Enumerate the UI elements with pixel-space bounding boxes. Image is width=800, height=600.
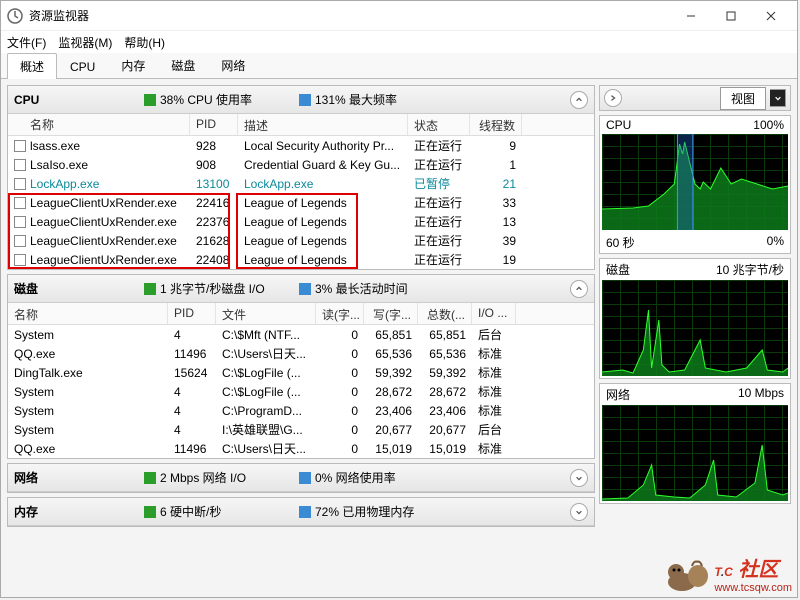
network-graph: 网络10 Mbps bbox=[599, 383, 791, 504]
table-row[interactable]: System4C:\$LogFile (...028,67228,672标准 bbox=[8, 382, 594, 401]
checkbox[interactable] bbox=[14, 235, 26, 247]
disk-panel-title: 磁盘 bbox=[14, 280, 134, 297]
memory-panel-header[interactable]: 内存 6 硬中断/秒 72% 已用物理内存 bbox=[8, 498, 594, 526]
table-row[interactable]: LsaIso.exe908Credential Guard & Key Gu..… bbox=[8, 155, 594, 174]
table-row[interactable]: LeagueClientUxRender.exe21628League of L… bbox=[8, 231, 594, 250]
blue-square-icon bbox=[299, 94, 311, 106]
cpu-table-header: 名称 PID 描述 状态 线程数 bbox=[8, 114, 594, 136]
app-icon bbox=[7, 8, 23, 24]
checkbox[interactable] bbox=[14, 178, 26, 190]
disk-io: 1 兆字节/秒磁盘 I/O bbox=[160, 280, 265, 297]
checkbox[interactable] bbox=[14, 140, 26, 152]
blue-square-icon bbox=[299, 472, 311, 484]
arrow-right-icon[interactable] bbox=[604, 89, 622, 107]
table-row[interactable]: DingTalk.exe15624C:\$LogFile (...059,392… bbox=[8, 363, 594, 382]
memory-panel-title: 内存 bbox=[14, 503, 134, 520]
tab-cpu[interactable]: CPU bbox=[57, 55, 108, 78]
green-square-icon bbox=[144, 506, 156, 518]
network-panel-title: 网络 bbox=[14, 469, 134, 486]
tab-disk[interactable]: 磁盘 bbox=[158, 52, 208, 78]
green-square-icon bbox=[144, 94, 156, 106]
table-row[interactable]: LeagueClientUxRender.exe22408League of L… bbox=[8, 250, 594, 269]
expand-icon[interactable] bbox=[570, 469, 588, 487]
collapse-icon[interactable] bbox=[570, 280, 588, 298]
checkbox[interactable] bbox=[14, 197, 26, 209]
mem-used: 72% 已用物理内存 bbox=[315, 503, 414, 520]
table-row[interactable]: System4C:\$Mft (NTF...065,85165,851后台 bbox=[8, 325, 594, 344]
cpu-usage: 38% CPU 使用率 bbox=[160, 91, 252, 108]
memory-panel: 内存 6 硬中断/秒 72% 已用物理内存 bbox=[7, 497, 595, 527]
cpu-panel-header[interactable]: CPU 38% CPU 使用率 131% 最大频率 bbox=[8, 86, 594, 114]
collapse-icon[interactable] bbox=[570, 91, 588, 109]
table-row[interactable]: LeagueClientUxRender.exe22376League of L… bbox=[8, 212, 594, 231]
green-square-icon bbox=[144, 472, 156, 484]
net-usage: 0% 网络使用率 bbox=[315, 469, 396, 486]
tabbar: 概述 CPU 内存 磁盘 网络 bbox=[1, 53, 797, 79]
net-io: 2 Mbps 网络 I/O bbox=[160, 469, 246, 486]
table-row[interactable]: LeagueClientUxRender.exe22416League of L… bbox=[8, 193, 594, 212]
checkbox[interactable] bbox=[14, 254, 26, 266]
table-row[interactable]: QQ.exe11496C:\Users\日天...065,53665,536标准 bbox=[8, 344, 594, 363]
menu-file[interactable]: 文件(F) bbox=[7, 34, 46, 51]
minimize-button[interactable] bbox=[671, 2, 711, 30]
menu-help[interactable]: 帮助(H) bbox=[124, 34, 165, 51]
table-row[interactable]: System4I:\英雄联盟\G...020,67720,677后台 bbox=[8, 420, 594, 439]
disk-table-header: 名称 PID 文件 读(字... 写(字... 总数(... I/O ... bbox=[8, 303, 594, 325]
graph-toolbar: 视图 bbox=[599, 85, 791, 111]
window-title: 资源监视器 bbox=[29, 7, 671, 24]
cpu-panel: CPU 38% CPU 使用率 131% 最大频率 名称 PID 描述 状态 线… bbox=[7, 85, 595, 270]
table-row[interactable]: System4C:\ProgramD...023,40623,406标准 bbox=[8, 401, 594, 420]
tab-network[interactable]: 网络 bbox=[208, 52, 258, 78]
titlebar: 资源监视器 bbox=[1, 1, 797, 31]
table-row[interactable]: LockApp.exe13100LockApp.exe已暂停21 bbox=[8, 174, 594, 193]
disk-active: 3% 最长活动时间 bbox=[315, 280, 408, 297]
network-panel: 网络 2 Mbps 网络 I/O 0% 网络使用率 bbox=[7, 463, 595, 493]
checkbox[interactable] bbox=[14, 159, 26, 171]
disk-panel: 磁盘 1 兆字节/秒磁盘 I/O 3% 最长活动时间 名称 PID 文件 读(字… bbox=[7, 274, 595, 459]
menu-monitor[interactable]: 监视器(M) bbox=[58, 34, 112, 51]
disk-graph: 磁盘10 兆字节/秒 bbox=[599, 258, 791, 379]
table-row[interactable]: QQ.exe11496C:\Users\日天...015,01915,019标准 bbox=[8, 439, 594, 458]
tab-overview[interactable]: 概述 bbox=[7, 53, 57, 79]
tab-memory[interactable]: 内存 bbox=[108, 52, 158, 78]
cpu-panel-title: CPU bbox=[14, 93, 134, 107]
cpu-graph: CPU100% 60 秒0% bbox=[599, 115, 791, 254]
expand-icon[interactable] bbox=[570, 503, 588, 521]
disk-panel-header[interactable]: 磁盘 1 兆字节/秒磁盘 I/O 3% 最长活动时间 bbox=[8, 275, 594, 303]
cpu-freq: 131% 最大频率 bbox=[315, 91, 397, 108]
checkbox[interactable] bbox=[14, 216, 26, 228]
view-dropdown-icon[interactable] bbox=[770, 89, 786, 107]
menubar: 文件(F) 监视器(M) 帮助(H) bbox=[1, 31, 797, 53]
network-panel-header[interactable]: 网络 2 Mbps 网络 I/O 0% 网络使用率 bbox=[8, 464, 594, 492]
blue-square-icon bbox=[299, 283, 311, 295]
mem-faults: 6 硬中断/秒 bbox=[160, 503, 221, 520]
green-square-icon bbox=[144, 283, 156, 295]
blue-square-icon bbox=[299, 506, 311, 518]
close-button[interactable] bbox=[751, 2, 791, 30]
view-button[interactable]: 视图 bbox=[720, 87, 766, 110]
table-row[interactable]: lsass.exe928Local Security Authority Pr.… bbox=[8, 136, 594, 155]
maximize-button[interactable] bbox=[711, 2, 751, 30]
